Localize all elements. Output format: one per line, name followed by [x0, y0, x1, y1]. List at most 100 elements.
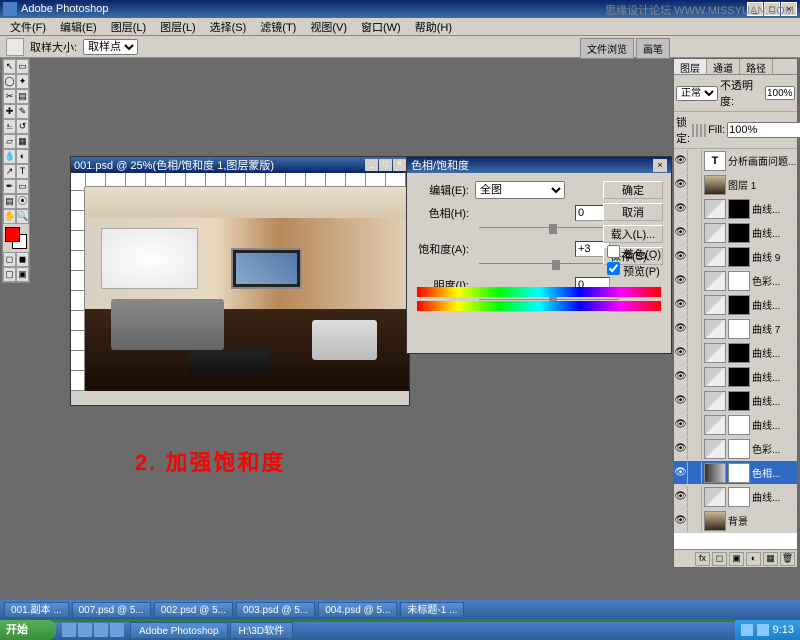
eye-icon[interactable]: 👁 [674, 390, 688, 412]
link-cell[interactable] [688, 270, 702, 292]
link-cell[interactable] [688, 462, 702, 484]
taskbar-app-0[interactable]: Adobe Photoshop [130, 622, 228, 639]
dialog-close[interactable]: × [653, 159, 667, 172]
ql-icon-3[interactable] [94, 623, 108, 637]
layer-row[interactable]: 👁曲线... [674, 365, 797, 389]
eye-icon[interactable]: 👁 [674, 462, 688, 484]
link-cell[interactable] [688, 510, 702, 532]
dialog-titlebar[interactable]: 色相/饱和度 × [407, 157, 671, 173]
edit-select[interactable]: 全图 [475, 181, 565, 199]
menu-window[interactable]: 窗口(W) [355, 18, 407, 36]
layer-row[interactable]: 👁图层 1 [674, 173, 797, 197]
app-task-1[interactable]: 007.psd @ 5... [72, 602, 151, 618]
gradient-tool[interactable]: ▦ [16, 134, 29, 149]
eye-icon[interactable]: 👁 [674, 414, 688, 436]
lock-pixel-icon[interactable] [696, 124, 698, 137]
layer-row[interactable]: 👁曲线 9 [674, 245, 797, 269]
fx-icon[interactable]: fx [695, 552, 710, 566]
link-cell[interactable] [688, 342, 702, 364]
link-cell[interactable] [688, 174, 702, 196]
lock-all-icon[interactable] [704, 124, 706, 137]
eye-icon[interactable]: 👁 [674, 150, 688, 172]
taskbar-app-1[interactable]: H:\3D软件 [230, 622, 294, 639]
eye-icon[interactable]: 👁 [674, 222, 688, 244]
app-task-4[interactable]: 004.psd @ 5... [318, 602, 397, 618]
app-task-3[interactable]: 003.psd @ 5... [236, 602, 315, 618]
layer-row[interactable]: 👁曲线... [674, 413, 797, 437]
doc-max[interactable]: □ [379, 159, 392, 171]
history-tool[interactable]: ↺ [16, 119, 29, 134]
mask-mode[interactable]: ◻ [3, 252, 16, 267]
menu-edit[interactable]: 编辑(E) [54, 18, 103, 36]
lock-trans-icon[interactable] [692, 124, 694, 137]
app-task-2[interactable]: 002.psd @ 5... [154, 602, 233, 618]
lasso-tool[interactable]: ◯ [3, 74, 16, 89]
sample-select[interactable]: 取样点 [83, 39, 138, 55]
hue-slider[interactable] [479, 227, 619, 237]
screen-mode-1[interactable]: ▢ [3, 267, 16, 282]
layer-row[interactable]: 👁色彩... [674, 437, 797, 461]
link-cell[interactable] [688, 414, 702, 436]
layer-row[interactable]: 👁曲线... [674, 221, 797, 245]
app-task-5[interactable]: 未标题-1 ... [400, 602, 464, 618]
menu-layer[interactable]: 图层(L) [154, 18, 201, 36]
mask-icon[interactable]: ◻ [712, 552, 727, 566]
path-tool[interactable]: ↗ [3, 164, 16, 179]
layer-row[interactable]: 👁色相... [674, 461, 797, 485]
eye-icon[interactable]: 👁 [674, 366, 688, 388]
eyedropper-tool[interactable]: ⦿ [16, 194, 29, 209]
type-tool[interactable]: T [16, 164, 29, 179]
load-button[interactable]: 载入(L)... [603, 225, 663, 243]
tray-icon-2[interactable] [757, 624, 769, 636]
link-cell[interactable] [688, 318, 702, 340]
doc-min[interactable]: _ [365, 159, 378, 171]
sat-slider[interactable] [479, 263, 619, 273]
eye-icon[interactable]: 👁 [674, 174, 688, 196]
layer-row[interactable]: 👁背景 [674, 509, 797, 533]
folder-icon[interactable]: ▣ [729, 552, 744, 566]
layers-tab[interactable]: 图层 [674, 59, 707, 74]
preview-check[interactable]: 预览(P) [607, 262, 661, 279]
eye-icon[interactable]: 👁 [674, 342, 688, 364]
link-cell[interactable] [688, 222, 702, 244]
stamp-tool[interactable]: ⎁ [3, 119, 16, 134]
layer-row[interactable]: 👁曲线... [674, 485, 797, 509]
link-cell[interactable] [688, 390, 702, 412]
doc-titlebar[interactable]: 001.psd @ 25%(色相/饱和度 1,图层蒙版) _ □ × [71, 157, 409, 173]
blend-mode[interactable]: 正常 [676, 86, 718, 101]
menu-filter[interactable]: 滤镜(T) [254, 18, 302, 36]
slice-tool[interactable]: ▤ [16, 89, 29, 104]
layer-row[interactable]: 👁曲线 7 [674, 317, 797, 341]
fg-color[interactable] [5, 227, 20, 242]
ql-icon-2[interactable] [78, 623, 92, 637]
notes-tool[interactable]: ▤ [3, 194, 16, 209]
doc-close[interactable]: × [393, 159, 406, 171]
start-button[interactable]: 开始 [0, 620, 56, 640]
menu-view[interactable]: 视图(V) [304, 18, 353, 36]
eye-icon[interactable]: 👁 [674, 486, 688, 508]
crop-tool[interactable]: ✂ [3, 89, 16, 104]
screen-mode-2[interactable]: ▣ [16, 267, 29, 282]
opacity-input[interactable] [765, 86, 795, 100]
trash-icon[interactable]: 🗑 [780, 552, 795, 566]
new-layer-icon[interactable]: ▦ [763, 552, 778, 566]
layer-row[interactable]: 👁曲线... [674, 389, 797, 413]
color-swatch[interactable] [5, 227, 27, 249]
layer-row[interactable]: 👁色彩... [674, 269, 797, 293]
brush-tool[interactable]: ✎ [16, 104, 29, 119]
link-cell[interactable] [688, 294, 702, 316]
link-cell[interactable] [688, 198, 702, 220]
channels-tab[interactable]: 通道 [707, 59, 740, 74]
hand-tool[interactable]: ✋ [3, 209, 16, 224]
quick-mask[interactable]: ◼ [16, 252, 29, 267]
link-cell[interactable] [688, 486, 702, 508]
heal-tool[interactable]: ✚ [3, 104, 16, 119]
eye-icon[interactable]: 👁 [674, 246, 688, 268]
marquee-tool[interactable]: ▭ [16, 59, 29, 74]
link-cell[interactable] [688, 366, 702, 388]
colorize-check[interactable]: 着色(O) [607, 245, 661, 262]
ql-icon-4[interactable] [110, 623, 124, 637]
menu-help[interactable]: 帮助(H) [409, 18, 458, 36]
layer-row[interactable]: 👁T分析画面问题... [674, 149, 797, 173]
ql-icon-1[interactable] [62, 623, 76, 637]
